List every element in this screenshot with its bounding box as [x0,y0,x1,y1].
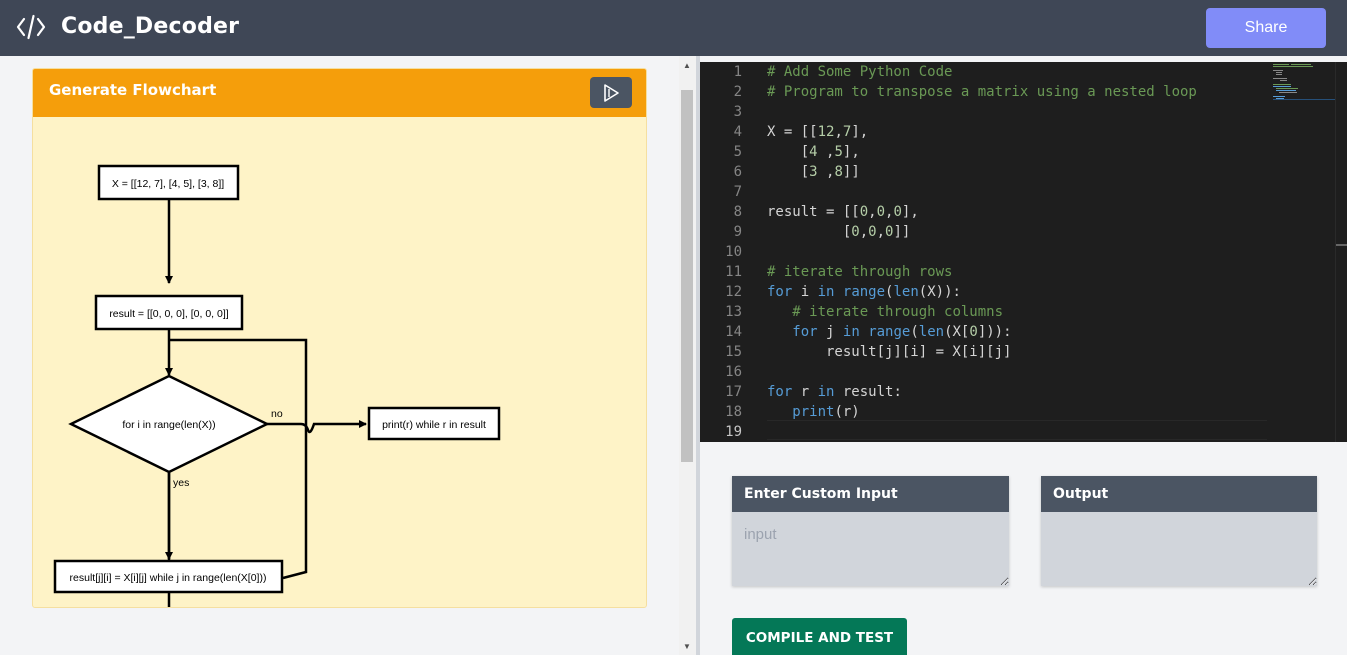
line-number: 5 [733,144,742,160]
code-line[interactable]: [4 ,5], [767,142,860,162]
line-number: 7 [733,184,742,200]
flowchart-card: Generate Flowchart X = [[12, 7], [4, 5],… [32,68,647,608]
line-number: 6 [733,164,742,180]
code-brackets-icon [16,14,46,40]
custom-input-field[interactable] [732,512,1009,586]
app-title: Code_Decoder [61,14,240,39]
compile-and-test-button[interactable]: COMPILE AND TEST [732,618,907,655]
line-number: 2 [733,84,742,100]
line-number: 19 [725,424,742,440]
edge-no-to-print [267,420,367,434]
current-line-highlight [767,420,1267,440]
code-line[interactable]: # Add Some Python Code [767,62,952,82]
code-line[interactable]: result[j][i] = X[i][j] [767,342,1011,362]
code-line[interactable]: for r in result: [767,382,902,402]
code-line[interactable]: for j in range(len(X[0])): [767,322,1011,342]
code-line[interactable]: [3 ,8]] [767,162,860,182]
line-number: 17 [725,384,742,400]
code-line[interactable]: print(r) [767,402,859,422]
line-number: 16 [725,364,742,380]
flowchart-pane: Generate Flowchart X = [[12, 7], [4, 5],… [0,56,679,655]
line-number: 8 [733,204,742,220]
output-field[interactable] [1041,512,1317,586]
line-number: 15 [725,344,742,360]
line-number: 11 [725,264,742,280]
code-line[interactable]: # Program to transpose a matrix using a … [767,82,1197,102]
line-number: 18 [725,404,742,420]
code-editor[interactable]: 1 2 3 4 5 6 7 8 9 10 11 12 13 14 15 16 17 18 19 # Add Some… [700,62,1347,442]
output-title: Output [1041,476,1317,512]
line-number: 13 [725,304,742,320]
editor-scrollbar[interactable] [1335,62,1347,442]
line-number: 10 [725,244,742,260]
scroll-down-arrow-icon[interactable]: ▼ [683,642,691,651]
code-line[interactable]: # iterate through columns [767,302,1003,322]
editor-scroll-marker [1336,244,1347,246]
output-card: Output [1041,476,1317,586]
code-minimap[interactable] [1273,62,1335,102]
node-assign-x-label: X = [[12, 7], [4, 5], [3, 8]] [112,178,224,190]
line-number: 12 [725,284,742,300]
line-number: 9 [733,224,742,240]
scrollbar-thumb[interactable] [681,90,693,462]
code-line[interactable]: result = [[0,0,0], [767,202,919,222]
code-line[interactable]: X = [[12,7], [767,122,868,142]
line-number: 3 [733,104,742,120]
top-bar: Code_Decoder Share [0,0,1347,56]
flowchart-title: Generate Flowchart [49,81,217,99]
line-number: 1 [733,64,742,80]
node-inner-body-label: result[j][i] = X[i][j] while j in range(… [70,572,267,584]
play-outline-icon [604,83,619,102]
scroll-up-arrow-icon[interactable]: ▲ [683,61,691,70]
code-line[interactable]: for i in range(len(X)): [767,282,961,302]
edge-label-no: no [271,408,283,420]
line-number: 4 [733,124,742,140]
code-line[interactable]: [0,0,0]] [767,222,911,242]
flowchart-diagram: X = [[12, 7], [4, 5], [3, 8]] result = [… [53,164,501,607]
node-assign-result-label: result = [[0, 0, 0], [0, 0, 0]] [109,308,228,320]
flowchart-header: Generate Flowchart [33,69,646,117]
node-print-label: print(r) while r in result [382,419,486,431]
share-button[interactable]: Share [1206,8,1326,48]
code-line[interactable]: # iterate through rows [767,262,952,282]
generate-flowchart-button[interactable] [590,77,632,108]
line-number: 14 [725,324,742,340]
custom-input-card: Enter Custom Input [732,476,1009,586]
page-scrollbar[interactable]: ▲ ▼ [679,56,696,655]
edge-label-yes: yes [173,477,189,489]
node-loop-decision-label: for i in range(len(X)) [122,419,215,431]
custom-input-title: Enter Custom Input [732,476,1009,512]
